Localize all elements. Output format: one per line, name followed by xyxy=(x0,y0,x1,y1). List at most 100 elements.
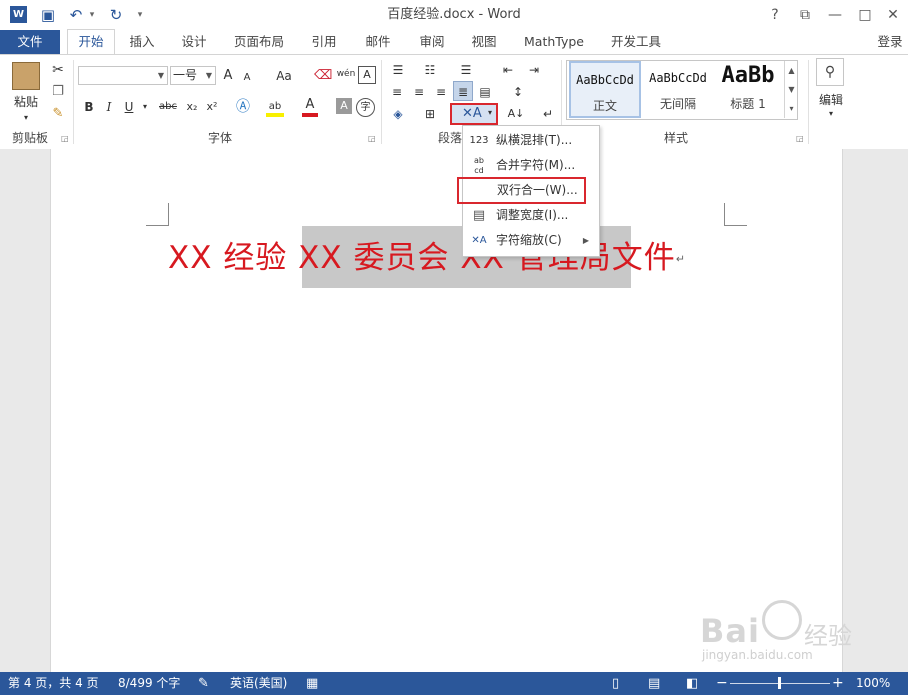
bullets-icon[interactable]: ☰ xyxy=(388,60,408,80)
character-shading-button[interactable]: A xyxy=(336,98,352,114)
italic-button[interactable]: I xyxy=(102,97,116,117)
style-normal-preview: AaBbCcDd xyxy=(576,73,634,87)
superscript-button[interactable]: x² xyxy=(204,97,220,117)
style-heading-1[interactable]: AaBb 标题 1 xyxy=(715,61,781,118)
menu-item-character-scaling[interactable]: ✕A 字符缩放(C) ▶ xyxy=(463,228,597,253)
asian-layout-icon: ✕A xyxy=(462,106,482,121)
asian-layout-button[interactable]: ✕A ▾ xyxy=(450,103,498,125)
read-mode-icon[interactable]: ▯ xyxy=(612,672,619,695)
zoom-slider-thumb[interactable] xyxy=(778,677,781,689)
style-normal[interactable]: AaBbCcDd 正文 xyxy=(569,61,641,118)
multilevel-list-icon[interactable]: ☰ xyxy=(456,60,476,80)
align-right-icon[interactable]: ≡ xyxy=(432,82,450,102)
bold-button[interactable]: B xyxy=(82,97,96,117)
shading-icon[interactable]: ◈ xyxy=(388,104,408,124)
font-size-combo[interactable]: 一号 ▼ xyxy=(170,66,216,85)
format-painter-icon[interactable]: ✎ xyxy=(48,104,68,124)
close-icon[interactable]: ✕ xyxy=(880,4,906,26)
tab-insert[interactable]: 插入 xyxy=(120,30,164,54)
numbering-icon[interactable]: ☷ xyxy=(420,60,440,80)
sort-icon[interactable]: A↓ xyxy=(506,104,526,124)
borders-icon[interactable]: ⊞ xyxy=(420,104,440,124)
tab-references[interactable]: 引用 xyxy=(302,30,346,54)
tab-view[interactable]: 视图 xyxy=(462,30,506,54)
line-spacing-icon[interactable]: ↕ xyxy=(508,82,528,102)
menu-item-combine-characters[interactable]: ab cd 合并字符(M)... xyxy=(463,153,597,178)
distributed-icon[interactable]: ▤ xyxy=(476,82,494,102)
character-border-icon[interactable]: A xyxy=(358,66,376,84)
font-launcher-icon[interactable]: ◲ xyxy=(368,134,378,144)
group-separator xyxy=(73,60,74,144)
menu-item-fit-text[interactable]: ▤ 调整宽度(I)... xyxy=(463,203,597,228)
show-marks-icon[interactable]: ↵ xyxy=(540,104,556,124)
ribbon-display-icon[interactable]: ⧉ xyxy=(792,4,818,26)
zoom-out-icon[interactable]: − xyxy=(716,672,728,695)
zoom-in-icon[interactable]: + xyxy=(832,672,844,695)
zoom-level[interactable]: 100% xyxy=(856,672,890,695)
maximize-icon[interactable]: □ xyxy=(852,4,878,26)
menu-item-two-lines-in-one[interactable]: 双行合一(W)... xyxy=(457,177,586,204)
highlight-color-icon[interactable]: ab xyxy=(266,97,284,117)
styles-group-label: 样式 xyxy=(663,131,688,145)
tab-developer[interactable]: 开发工具 xyxy=(604,30,668,54)
change-case-button[interactable]: Aa xyxy=(270,66,298,86)
paragraph-mark: ↵ xyxy=(675,252,686,266)
phonetic-guide-button[interactable]: wén xyxy=(336,64,356,84)
watermark-brand: Bai xyxy=(700,612,760,650)
style-no-spacing-name: 无间隔 xyxy=(659,97,696,111)
underline-button[interactable]: U xyxy=(122,97,136,117)
increase-indent-icon[interactable]: ⇥ xyxy=(524,60,544,80)
macro-icon[interactable]: ▦ xyxy=(306,672,318,695)
menu-item-label: 调整宽度(I)... xyxy=(496,208,569,222)
document-headline[interactable]: XX 经验 XX 委员会 XX 管理局文件↵ xyxy=(168,236,728,280)
gallery-scroll[interactable]: ▲ ▼ ▾ xyxy=(784,61,798,118)
help-icon[interactable]: ? xyxy=(762,4,788,26)
tab-layout[interactable]: 页面布局 xyxy=(228,30,290,54)
clear-formatting-icon[interactable]: ⌫ xyxy=(314,66,332,86)
styles-launcher-icon[interactable]: ◲ xyxy=(796,134,806,144)
watermark-brand2: 经验 xyxy=(804,622,852,650)
style-no-spacing[interactable]: AaBbCcDd 无间隔 xyxy=(642,61,714,118)
menu-item-label: 双行合一(W)... xyxy=(497,183,578,197)
sign-in-link[interactable]: 登录 xyxy=(872,30,908,54)
status-words[interactable]: 8/499 个字 xyxy=(118,672,180,695)
minimize-icon[interactable]: — xyxy=(822,4,848,26)
menu-item-vertical-horizontal[interactable]: 123 纵横混排(T)... xyxy=(463,128,597,153)
strikethrough-button[interactable]: abc xyxy=(156,97,180,117)
tab-mathtype[interactable]: MathType xyxy=(518,30,590,54)
subscript-button[interactable]: x₂ xyxy=(184,97,200,117)
text-effects-icon[interactable]: Ⓐ xyxy=(234,97,252,117)
copy-icon[interactable]: ❐ xyxy=(48,82,68,102)
status-language[interactable]: 英语(美国) xyxy=(230,672,287,695)
enclose-characters-button[interactable]: 字 xyxy=(356,98,375,117)
align-left-icon[interactable]: ≡ xyxy=(388,82,406,102)
tab-review[interactable]: 审阅 xyxy=(410,30,454,54)
style-heading-1-name: 标题 1 xyxy=(730,97,766,111)
shrink-font-button[interactable]: A xyxy=(240,68,254,88)
tab-design[interactable]: 设计 xyxy=(172,30,216,54)
menu-item-label: 字符缩放(C) xyxy=(496,233,562,247)
tab-mailings[interactable]: 邮件 xyxy=(356,30,400,54)
proofing-icon[interactable]: ✎ xyxy=(198,672,209,695)
paw-icon xyxy=(762,600,802,640)
grow-font-button[interactable]: A xyxy=(220,66,236,86)
group-separator xyxy=(381,60,382,144)
underline-dropdown-icon[interactable]: ▾ xyxy=(140,97,150,117)
paste-dropdown-icon[interactable]: ▾ xyxy=(16,108,36,128)
paste-icon[interactable] xyxy=(12,62,40,90)
justify-icon[interactable]: ≣ xyxy=(453,81,473,101)
status-page[interactable]: 第 4 页，共 4 页 xyxy=(8,672,99,695)
editing-dropdown-icon[interactable]: ▾ xyxy=(824,104,838,124)
binoculars-icon[interactable]: ⚲ xyxy=(816,58,844,86)
tab-file[interactable]: 文件 xyxy=(0,30,60,54)
font-name-combo[interactable]: ▼ xyxy=(78,66,168,85)
decrease-indent-icon[interactable]: ⇤ xyxy=(498,60,518,80)
align-center-icon[interactable]: ≡ xyxy=(410,82,428,102)
web-layout-icon[interactable]: ◧ xyxy=(686,672,698,695)
clipboard-launcher-icon[interactable]: ◲ xyxy=(61,134,71,144)
style-normal-name: 正文 xyxy=(592,99,617,113)
cut-icon[interactable]: ✂ xyxy=(48,60,68,80)
print-layout-icon[interactable]: ▤ xyxy=(648,672,660,695)
tab-home[interactable]: 开始 xyxy=(67,29,115,54)
font-color-button[interactable]: A xyxy=(302,97,318,117)
